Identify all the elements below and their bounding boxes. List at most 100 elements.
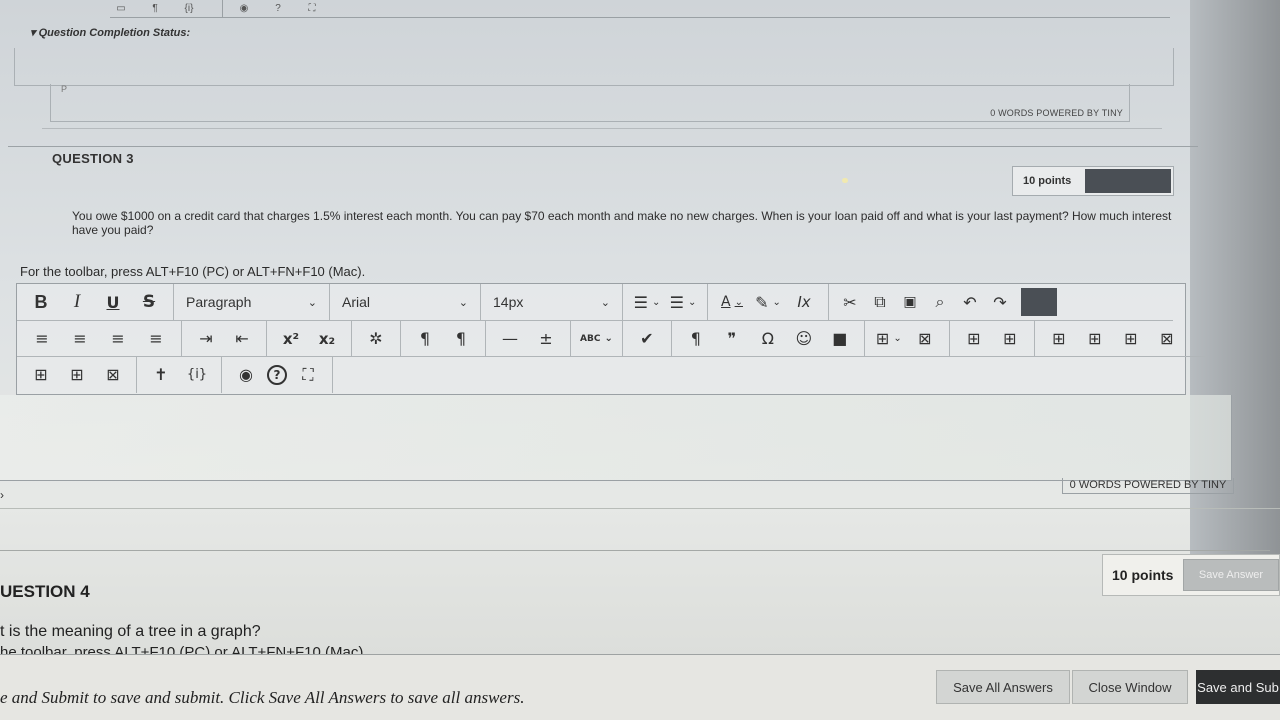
text-color-button[interactable]: A ⌄ bbox=[717, 288, 747, 316]
table-delete-row-icon[interactable]: ⊠ bbox=[1152, 325, 1182, 353]
delete-col-icon[interactable]: ⊠ bbox=[98, 361, 128, 389]
save-and-submit-button[interactable]: Save and Sub bbox=[1196, 670, 1280, 704]
save-all-answers-button[interactable]: Save All Answers bbox=[936, 670, 1070, 704]
edit-tools-group: ✂ ⧉ ▣ ⌕ ↶ ↷ bbox=[829, 284, 1063, 320]
show-blocks-icon[interactable]: ¶ bbox=[681, 325, 711, 353]
points-label: 10 points bbox=[1112, 567, 1174, 583]
question-completion-status[interactable]: ▾ Question Completion Status: bbox=[30, 26, 190, 39]
image-icon[interactable]: ▭ bbox=[110, 2, 132, 16]
previous-editor-area[interactable] bbox=[14, 48, 1174, 86]
view-group: ◉ ? ⛶ bbox=[222, 356, 333, 393]
clear-format-button[interactable]: Ix bbox=[789, 288, 819, 316]
editor-toolbar: B I U S Paragraph ⌄ Arial ⌄ 14px ⌄ ☰ ⌄ ☰ ⌄ bbox=[16, 283, 1207, 395]
question-3-text: You owe $1000 on a credit card that char… bbox=[72, 209, 1172, 237]
check-group: ✔ bbox=[623, 320, 672, 357]
close-window-button[interactable]: Close Window bbox=[1072, 670, 1188, 704]
blockquote-icon[interactable]: ❞ bbox=[717, 325, 747, 353]
copy-icon[interactable]: ⧉ bbox=[868, 288, 892, 316]
list-group: ☰ ⌄ ☰ ⌄ bbox=[623, 284, 708, 320]
toolbar-hint: For the toolbar, press ALT+F10 (PC) or A… bbox=[20, 264, 366, 279]
divider bbox=[0, 550, 1270, 551]
save-answer-button[interactable] bbox=[1085, 169, 1171, 193]
braces-icon[interactable]: {i} bbox=[178, 2, 200, 16]
script-group: x² x₂ bbox=[267, 320, 352, 357]
redo-icon[interactable]: ↷ bbox=[988, 288, 1012, 316]
fullscreen-icon[interactable]: ⛶ bbox=[301, 2, 323, 16]
font-size-select[interactable]: 14px ⌄ bbox=[481, 284, 623, 320]
table-cell-icon[interactable]: ⊞ bbox=[995, 325, 1025, 353]
outdent-icon[interactable]: ⇤ bbox=[227, 325, 257, 353]
insert-group: — ± bbox=[486, 320, 571, 357]
spellcheck-icon[interactable]: ABC ⌄ bbox=[580, 325, 613, 353]
preview-icon[interactable]: ◉ bbox=[231, 361, 261, 389]
accessibility-icon[interactable]: ✝ bbox=[146, 361, 176, 389]
table-row-after-icon[interactable]: ⊞ bbox=[1080, 325, 1110, 353]
strikethrough-button[interactable]: S bbox=[134, 288, 164, 316]
table-row-group: ⊞ ⊞ ⊞ ⊠ bbox=[1035, 321, 1191, 357]
misc-insert-group: ¶ ❞ Ω ☺ ■ bbox=[672, 320, 865, 357]
insert-icon[interactable]: ± bbox=[531, 325, 561, 353]
assessment-page: ▭ ¶ {i} ◉ ? ⛶ ▾ Question Completion Stat… bbox=[0, 0, 1280, 720]
font-family-select[interactable]: Arial ⌄ bbox=[330, 284, 481, 320]
indent-icon[interactable]: ⇥ bbox=[191, 325, 221, 353]
special-char-icon[interactable]: Ω bbox=[753, 325, 783, 353]
direction-group: ¶ ¶ bbox=[401, 320, 486, 357]
fullscreen-icon[interactable]: ⛶ bbox=[293, 361, 323, 389]
answer-editor[interactable] bbox=[0, 395, 1232, 481]
font-size-value: 14px bbox=[493, 294, 524, 310]
delete-table-icon[interactable]: ⊠ bbox=[910, 325, 940, 353]
align-left-icon[interactable]: ≡ bbox=[26, 325, 58, 353]
table-row-before-icon[interactable]: ⊞ bbox=[1044, 325, 1074, 353]
rtl-icon[interactable]: ¶ bbox=[446, 325, 476, 353]
ltr-icon[interactable]: ¶ bbox=[410, 325, 440, 353]
undo-icon[interactable]: ↶ bbox=[958, 288, 982, 316]
superscript-icon[interactable]: x² bbox=[276, 325, 306, 353]
emoji-icon[interactable]: ☺ bbox=[789, 325, 819, 353]
color-group: A ⌄ ✎ ⌄ Ix bbox=[708, 284, 829, 320]
word-count: 0 WORDS POWERED BY TINY bbox=[990, 108, 1123, 118]
cut-icon[interactable]: ✂ bbox=[838, 288, 862, 316]
align-center-icon[interactable]: ≡ bbox=[64, 325, 96, 353]
table-icon[interactable]: ⊞ ⌄ bbox=[874, 325, 904, 353]
paragraph-mark-icon[interactable]: ¶ bbox=[144, 2, 166, 16]
italic-button[interactable]: I bbox=[62, 288, 92, 316]
question-3-points: 10 points bbox=[1012, 166, 1174, 196]
question-3-title: QUESTION 3 bbox=[52, 151, 134, 166]
block-format-select[interactable]: Paragraph ⌄ bbox=[174, 284, 330, 320]
link-group: ✲ bbox=[352, 320, 401, 357]
divider bbox=[8, 146, 1198, 147]
question-4-title: UESTION 4 bbox=[0, 582, 90, 601]
insert-col-after-icon[interactable]: ⊞ bbox=[62, 361, 92, 389]
align-justify-icon[interactable]: ≡ bbox=[140, 325, 172, 353]
table-group: ⊞ ⌄ ⊠ bbox=[865, 320, 950, 357]
bookmark-icon[interactable]: ■ bbox=[825, 325, 855, 353]
block-format-value: Paragraph bbox=[186, 294, 252, 310]
table-props-icon[interactable]: ⊞ bbox=[959, 325, 989, 353]
previous-editor-statusbar: P 0 WORDS POWERED BY TINY bbox=[50, 84, 1130, 122]
horizontal-rule-icon[interactable]: — bbox=[495, 325, 525, 353]
numbered-list-button[interactable]: ☰ ⌄ bbox=[668, 288, 698, 316]
bullet-list-button[interactable]: ☰ ⌄ bbox=[632, 288, 662, 316]
table-col-icon[interactable]: ⊞ bbox=[1116, 325, 1146, 353]
highlight-color-button[interactable]: ✎ ⌄ bbox=[753, 288, 783, 316]
braces-icon[interactable]: {i} bbox=[182, 361, 212, 389]
bold-button[interactable]: B bbox=[26, 288, 56, 316]
previous-toolbar-strip: ▭ ¶ {i} ◉ ? ⛶ bbox=[110, 0, 1170, 18]
save-answer-button[interactable]: Save Answer bbox=[1183, 559, 1279, 591]
align-right-icon[interactable]: ≡ bbox=[102, 325, 134, 353]
paste-icon[interactable]: ▣ bbox=[898, 288, 922, 316]
mouse-cursor bbox=[842, 178, 848, 183]
help-icon[interactable]: ? bbox=[267, 364, 287, 385]
color-swatch[interactable] bbox=[1021, 288, 1057, 316]
insert-col-before-icon[interactable]: ⊞ bbox=[26, 361, 56, 389]
divider bbox=[0, 508, 1280, 509]
checkmark-icon[interactable]: ✔ bbox=[632, 325, 662, 353]
subscript-icon[interactable]: x₂ bbox=[312, 325, 342, 353]
help-icon[interactable]: ? bbox=[267, 2, 289, 16]
search-icon[interactable]: ⌕ bbox=[928, 288, 952, 316]
preview-icon[interactable]: ◉ bbox=[233, 2, 255, 16]
element-path[interactable]: P bbox=[61, 84, 67, 94]
underline-button[interactable]: U bbox=[98, 288, 128, 316]
chevron-down-icon: ⌄ bbox=[307, 296, 317, 309]
remove-link-icon[interactable]: ✲ bbox=[361, 325, 391, 353]
